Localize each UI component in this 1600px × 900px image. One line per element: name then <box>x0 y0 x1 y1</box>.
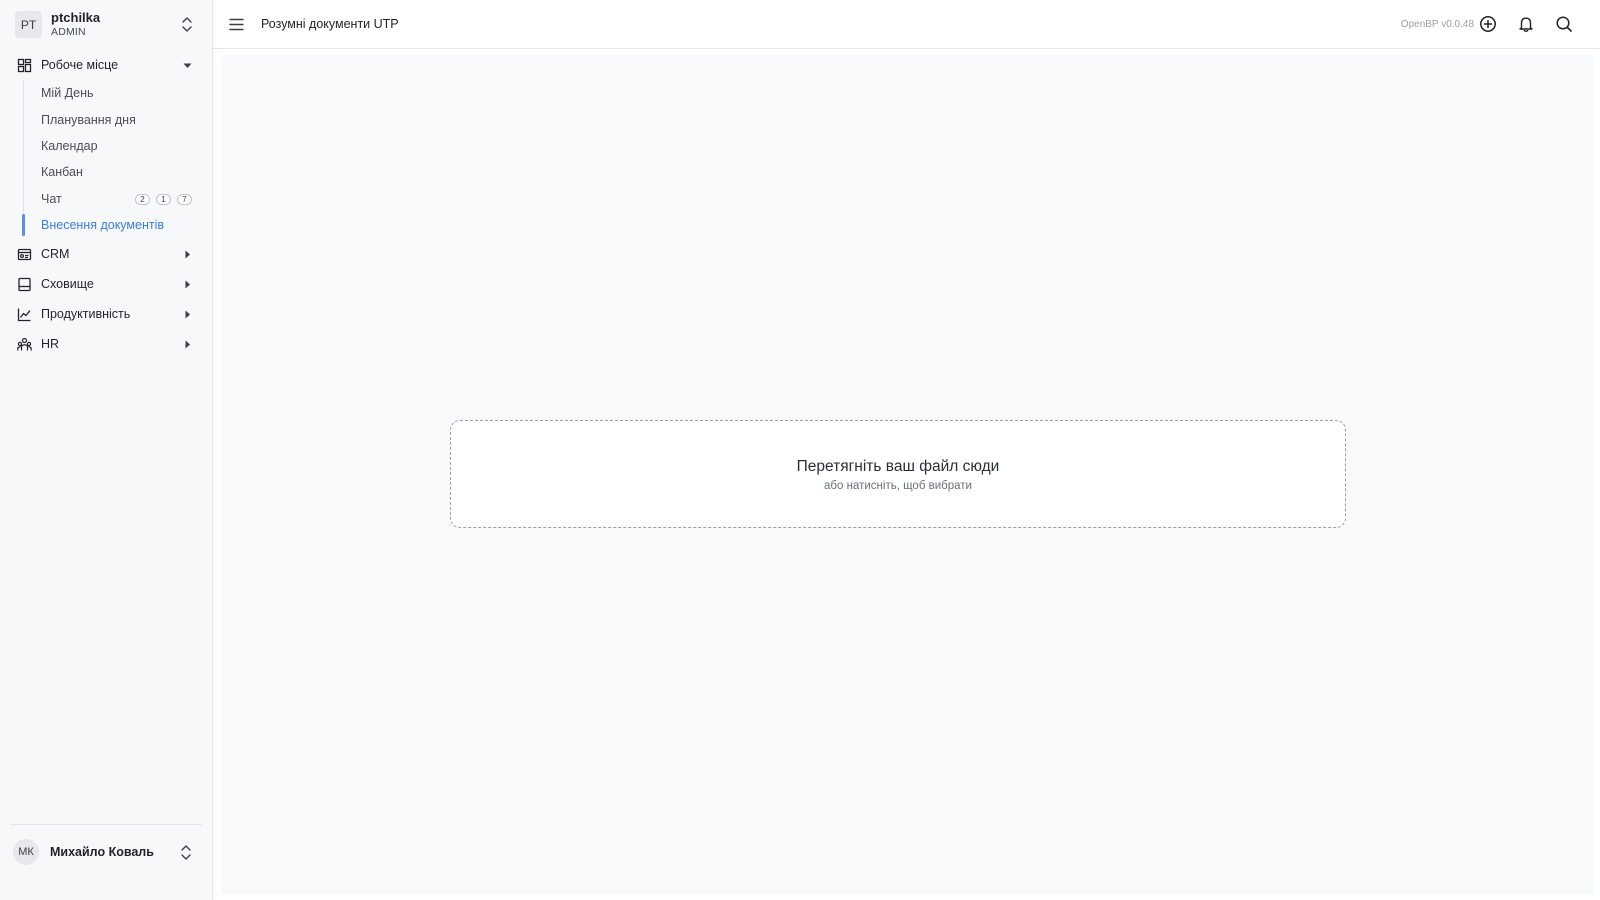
caret-right-icon <box>185 250 190 259</box>
file-dropzone[interactable]: Перетягніть ваш файл сюди або натисніть,… <box>450 420 1346 528</box>
workspace-switcher[interactable]: PT ptchilka ADMIN <box>15 9 198 40</box>
nav-group-label: CRM <box>41 247 70 262</box>
caret-right-icon <box>185 280 190 289</box>
nav-group-hr[interactable]: HR <box>0 329 212 359</box>
sidebar-item-calendar[interactable]: Календар <box>24 133 212 159</box>
sidebar-item-kanban[interactable]: Канбан <box>24 159 212 185</box>
nav-group-label: Робоче місце <box>41 58 119 72</box>
sidebar-item-chat[interactable]: Чат 2 1 7 <box>24 186 212 212</box>
storage-icon <box>18 277 31 291</box>
count-badge: 2 <box>135 193 150 205</box>
main-content: Перетягніть ваш файл сюди або натисніть,… <box>221 55 1594 894</box>
sidebar-item-label: Канбан <box>41 165 83 180</box>
nav-group-productivity[interactable]: Продуктивність <box>0 299 212 329</box>
sidebar-nav: Робоче місце Мій День Планування дня Кал… <box>0 50 212 359</box>
dropzone-subtitle: або натисніть, щоб вибрати <box>824 480 972 492</box>
sidebar-item-label: Чат <box>41 191 62 206</box>
avatar: МК <box>13 839 39 865</box>
workspace-name: ptchilka <box>51 10 101 25</box>
count-badge: 7 <box>177 193 192 205</box>
crm-icon <box>17 248 32 260</box>
nav-group-label: HR <box>41 337 60 352</box>
chat-badges: 2 1 7 <box>135 193 192 205</box>
caret-down-icon <box>183 63 192 68</box>
add-circle-icon[interactable] <box>1479 15 1497 33</box>
dropzone-title: Перетягніть ваш файл сюди <box>796 458 1000 475</box>
sidebar-item-my-day[interactable]: Мій День <box>24 80 212 106</box>
workspace-avatar: PT <box>15 11 42 38</box>
search-icon[interactable] <box>1555 15 1573 33</box>
top-bar: Розумні документи UTP OpenBP v0.0.48 <box>213 0 1600 49</box>
count-badge: 1 <box>156 193 171 205</box>
divider <box>10 824 202 825</box>
chevron-up-down-icon <box>182 17 192 32</box>
nav-group-storage[interactable]: Сховище <box>0 269 212 299</box>
user-name: Михайло Коваль <box>50 845 154 859</box>
bell-icon[interactable] <box>1517 15 1535 33</box>
sidebar: PT ptchilka ADMIN Робоче місце Мій День … <box>0 0 213 900</box>
sidebar-item-label: Внесення документів <box>41 218 164 233</box>
sidebar-item-document-entry[interactable]: Внесення документів <box>22 212 212 238</box>
caret-right-icon <box>185 310 190 319</box>
nav-group-label: Продуктивність <box>41 307 131 322</box>
workspace-role: ADMIN <box>51 25 86 38</box>
version-label: OpenBP v0.0.48 <box>1400 19 1474 30</box>
chevron-up-down-icon <box>181 845 191 860</box>
menu-icon[interactable] <box>229 18 244 31</box>
sidebar-item-day-planning[interactable]: Планування дня <box>24 106 212 132</box>
user-menu[interactable]: МК Михайло Коваль <box>13 838 198 866</box>
sidebar-item-label: Календар <box>41 138 98 153</box>
page-title: Розумні документи UTP <box>261 17 399 31</box>
nav-group-workplace[interactable]: Робоче місце <box>0 50 212 80</box>
nav-group-label: Сховище <box>41 277 94 292</box>
chart-icon <box>17 308 31 321</box>
nav-group-crm[interactable]: CRM <box>0 239 212 269</box>
people-icon <box>17 337 32 351</box>
sidebar-item-label: Планування дня <box>41 112 136 127</box>
workplace-submenu: Мій День Планування дня Календар Канбан … <box>22 80 212 239</box>
caret-right-icon <box>185 340 190 349</box>
dashboard-icon <box>17 58 32 72</box>
sidebar-item-label: Мій День <box>41 86 94 101</box>
